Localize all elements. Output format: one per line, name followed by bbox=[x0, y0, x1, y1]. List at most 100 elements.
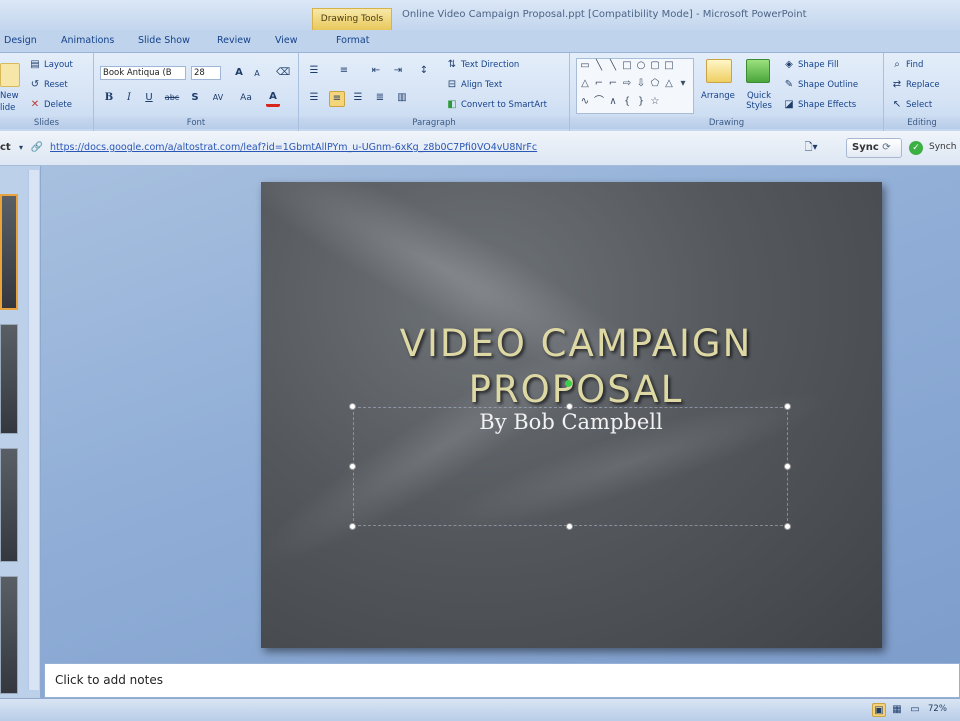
document-menu-icon[interactable]: 🗋▾ bbox=[800, 141, 822, 155]
tab-format[interactable]: Format bbox=[336, 35, 369, 46]
notes-pane[interactable]: Click to add notes bbox=[44, 663, 960, 698]
quick-styles-icon[interactable] bbox=[746, 59, 770, 83]
shrink-font-button[interactable]: A bbox=[250, 67, 264, 81]
find-button[interactable]: Find bbox=[906, 60, 923, 70]
document-url-link[interactable]: https://docs.google.com/a/altostrat.com/… bbox=[50, 142, 537, 153]
line-shape-2-icon[interactable]: ╲ bbox=[607, 61, 619, 71]
italic-button[interactable]: I bbox=[122, 91, 136, 105]
resize-handle-left[interactable] bbox=[349, 463, 356, 470]
freeform-shape-icon[interactable]: ∿ bbox=[579, 97, 591, 107]
line-shape-icon[interactable]: ╲ bbox=[593, 61, 605, 71]
sync-button[interactable]: Sync ⟳ bbox=[846, 138, 902, 158]
align-text-button[interactable]: Align Text bbox=[461, 80, 502, 90]
select-button[interactable]: Select bbox=[906, 100, 932, 110]
tab-design[interactable]: Design bbox=[4, 35, 37, 46]
underline-button[interactable]: U bbox=[142, 91, 156, 105]
subtitle-selection-box[interactable] bbox=[353, 407, 788, 526]
bracket-shape-icon[interactable]: ∧ bbox=[607, 97, 619, 107]
resize-handle-bottom-right[interactable] bbox=[784, 523, 791, 530]
resize-handle-bottom[interactable] bbox=[566, 523, 573, 530]
resize-handle-top[interactable] bbox=[566, 403, 573, 410]
connector-shape-icon[interactable]: ⌐ bbox=[593, 79, 605, 89]
text-shadow-button[interactable]: S bbox=[188, 91, 202, 105]
slides-group: New lide ▤ Layout ↺ Reset ✕ Delete Slide… bbox=[0, 53, 94, 131]
columns-icon[interactable]: ▥ bbox=[395, 91, 409, 105]
grow-font-button[interactable]: A bbox=[232, 66, 246, 80]
new-slide-label-top[interactable]: New bbox=[0, 91, 19, 101]
convert-to-smartart-button[interactable]: Convert to SmartArt bbox=[461, 100, 547, 110]
replace-button[interactable]: Replace bbox=[906, 80, 940, 90]
textbox-shape-icon[interactable]: ▭ bbox=[579, 61, 591, 71]
increase-indent-icon[interactable]: ⇥ bbox=[391, 64, 405, 78]
oval-shape-icon[interactable]: ○ bbox=[635, 61, 647, 71]
thumbnail-scrollbar[interactable] bbox=[28, 170, 39, 690]
curve-shape-icon[interactable]: ⌒ bbox=[593, 97, 605, 107]
rectangle-shape-2-icon[interactable]: □ bbox=[663, 61, 675, 71]
align-left-icon[interactable]: ☰ bbox=[307, 91, 321, 105]
shape-fill-button[interactable]: Shape Fill bbox=[798, 60, 839, 70]
text-direction-button[interactable]: Text Direction bbox=[461, 60, 519, 70]
shape-outline-button[interactable]: Shape Outline bbox=[798, 80, 858, 90]
right-arrow-shape-icon[interactable]: ⇨ bbox=[621, 79, 633, 89]
star-shape-icon[interactable]: ☆ bbox=[649, 97, 661, 107]
strikethrough-button[interactable]: abc bbox=[162, 91, 182, 105]
slide-thumbnail-1[interactable] bbox=[0, 194, 18, 310]
resize-handle-top-left[interactable] bbox=[349, 403, 356, 410]
tab-slide-show[interactable]: Slide Show bbox=[138, 35, 190, 46]
decrease-indent-icon[interactable]: ⇤ bbox=[369, 64, 383, 78]
align-center-icon[interactable]: ≡ bbox=[329, 91, 345, 107]
normal-view-icon[interactable]: ▣ bbox=[872, 703, 886, 717]
drawing-tools-contextual-label[interactable]: Drawing Tools bbox=[312, 8, 392, 30]
reset-button[interactable]: Reset bbox=[44, 80, 68, 90]
zoom-level[interactable]: 72% bbox=[928, 704, 947, 714]
down-arrow-shape-icon[interactable]: ⇩ bbox=[635, 79, 647, 89]
justify-icon[interactable]: ≣ bbox=[373, 91, 387, 105]
slide-canvas[interactable]: VIDEO CAMPAIGN PROPOSAL By Bob Campbell bbox=[261, 182, 882, 648]
resize-handle-top-right[interactable] bbox=[784, 403, 791, 410]
tab-review[interactable]: Review bbox=[217, 35, 251, 46]
left-brace-shape-icon[interactable]: { bbox=[621, 97, 633, 107]
rotation-handle[interactable] bbox=[565, 380, 572, 387]
tab-view[interactable]: View bbox=[275, 35, 298, 46]
dropdown-arrow-icon[interactable]: ▾ bbox=[14, 141, 28, 155]
rectangle-shape-icon[interactable]: □ bbox=[621, 61, 633, 71]
slideshow-icon[interactable]: ▭ bbox=[908, 703, 922, 717]
delete-button[interactable]: Delete bbox=[44, 100, 72, 110]
slide-sorter-icon[interactable]: ▦ bbox=[890, 703, 904, 717]
right-brace-shape-icon[interactable]: } bbox=[635, 97, 647, 107]
change-case-button[interactable]: Aa bbox=[236, 91, 256, 105]
font-color-button[interactable]: A bbox=[266, 90, 280, 107]
triangle-shape-icon[interactable]: △ bbox=[579, 79, 591, 89]
character-spacing-button[interactable]: AV bbox=[208, 91, 228, 105]
slide-title-line-1[interactable]: VIDEO CAMPAIGN bbox=[261, 322, 882, 365]
connector-shape-2-icon[interactable]: ⌐ bbox=[607, 79, 619, 89]
text-direction-icon: ⇅ bbox=[447, 59, 457, 70]
arrange-button[interactable]: Arrange bbox=[701, 91, 735, 101]
slide-thumbnail-2[interactable] bbox=[0, 324, 18, 434]
resize-handle-bottom-left[interactable] bbox=[349, 523, 356, 530]
clear-formatting-icon[interactable]: ⌫ bbox=[276, 66, 290, 80]
slide-thumbnail-4[interactable] bbox=[0, 576, 18, 694]
slide-thumbnail-3[interactable] bbox=[0, 448, 18, 562]
shapes-gallery[interactable]: ▭ ╲ ╲ □ ○ ▢ □ △ ⌐ ⌐ ⇨ ⇩ ⬠ △ ∿ ⌒ ∧ { } ☆ … bbox=[576, 58, 694, 114]
align-right-icon[interactable]: ☰ bbox=[351, 91, 365, 105]
bold-button[interactable]: B bbox=[102, 91, 116, 105]
bullets-icon[interactable]: ☰ bbox=[307, 64, 321, 78]
new-slide-icon[interactable] bbox=[0, 63, 20, 87]
new-slide-label-bottom[interactable]: lide bbox=[0, 103, 15, 113]
gallery-more-icon[interactable]: ▾ bbox=[677, 79, 689, 89]
rounded-rect-shape-icon[interactable]: ▢ bbox=[649, 61, 661, 71]
arrange-icon[interactable] bbox=[706, 59, 732, 83]
tab-animations[interactable]: Animations bbox=[61, 35, 114, 46]
shape-effects-button[interactable]: Shape Effects bbox=[798, 100, 856, 110]
font-size-combo[interactable]: 28 bbox=[191, 66, 221, 80]
quick-styles-button[interactable]: Quick Styles bbox=[742, 91, 776, 111]
line-spacing-icon[interactable]: ↕ bbox=[417, 64, 431, 78]
resize-handle-right[interactable] bbox=[784, 463, 791, 470]
pentagon-shape-icon[interactable]: ⬠ bbox=[649, 79, 661, 89]
layout-button[interactable]: Layout bbox=[44, 60, 73, 70]
shape-fill-icon: ◈ bbox=[785, 59, 793, 70]
font-name-combo[interactable]: Book Antiqua (B bbox=[100, 66, 186, 80]
numbering-icon[interactable]: ≡ bbox=[337, 64, 351, 78]
triangle-shape-2-icon[interactable]: △ bbox=[663, 79, 675, 89]
